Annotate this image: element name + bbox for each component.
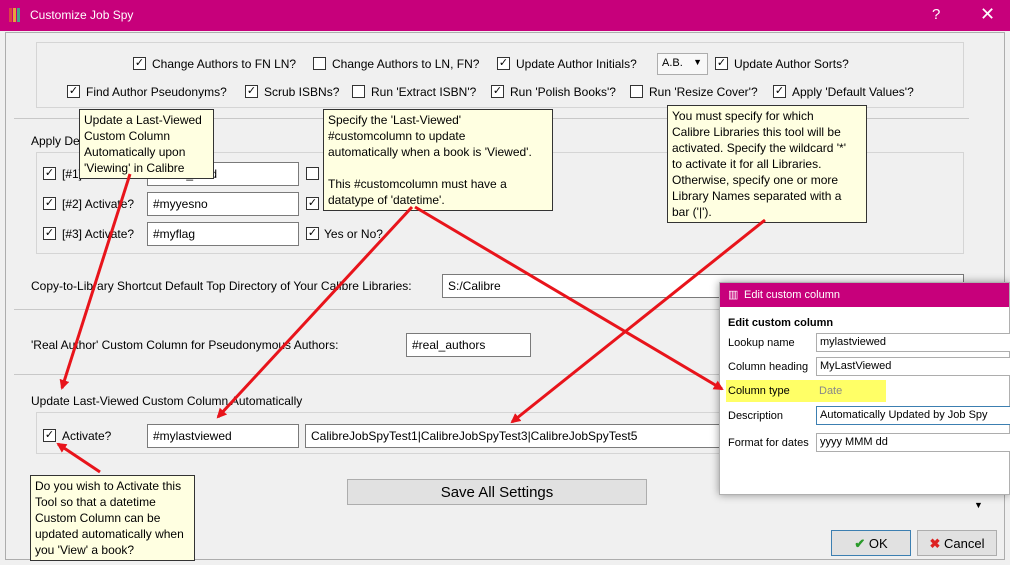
arrow-to-column-input (216, 205, 414, 419)
arrow-to-edit-column-dialog (414, 205, 724, 391)
arrow-to-libraries-input (510, 218, 766, 424)
arrow-to-section-label (59, 173, 132, 390)
arrow-to-activate-checkbox (56, 442, 101, 474)
annotation-arrows (56, 173, 766, 474)
